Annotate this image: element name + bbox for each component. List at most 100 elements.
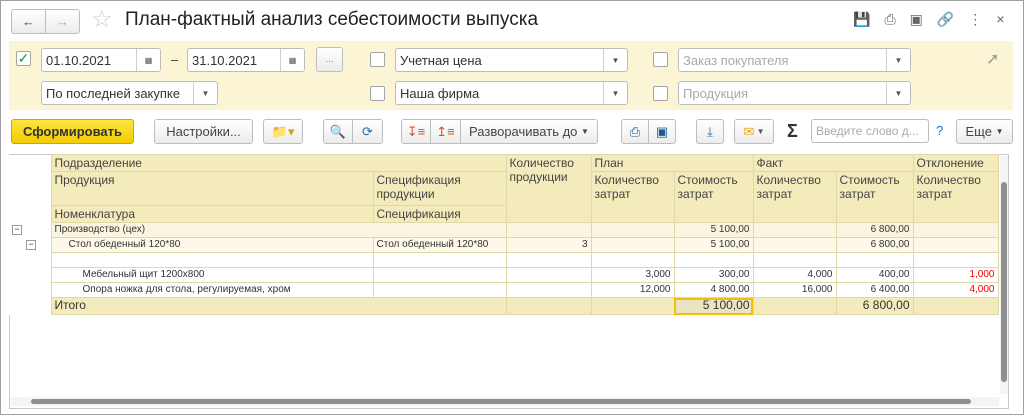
print-icon[interactable]: ⎙: [884, 11, 895, 28]
cell-4[interactable]: 4 800,00: [673, 282, 754, 298]
cell-6[interactable]: 400,00: [835, 267, 914, 283]
search-next-button[interactable]: ⟳: [352, 119, 383, 144]
period-select-button[interactable]: ...: [316, 47, 343, 72]
product-checkbox[interactable]: [653, 86, 668, 101]
price-type-checkbox[interactable]: [370, 52, 385, 67]
cell-0[interactable]: [50, 252, 374, 268]
cell-7[interactable]: [912, 237, 999, 253]
calendar-icon[interactable]: ▦: [280, 49, 304, 71]
collapse-icon[interactable]: −: [12, 224, 22, 235]
cell-5[interactable]: [752, 252, 837, 268]
cell-7[interactable]: [912, 222, 999, 238]
sum-icon[interactable]: Σ: [787, 121, 798, 142]
link-icon[interactable]: 🔗: [937, 11, 954, 28]
collapse-icon[interactable]: −: [26, 239, 36, 250]
date-to-field[interactable]: 31.10.2021 ▦: [187, 48, 305, 72]
cell-1[interactable]: [372, 267, 507, 283]
send-email-button[interactable]: ✉ ▼: [734, 119, 774, 144]
period-checkbox[interactable]: ✓: [16, 51, 31, 66]
cell-3[interactable]: [590, 222, 675, 238]
sort-asc-button[interactable]: ↥≡: [430, 119, 461, 144]
dropdown-icon[interactable]: ▼: [193, 82, 217, 104]
cell-2[interactable]: [505, 252, 592, 268]
more-button[interactable]: Еще ▼: [956, 119, 1013, 144]
customer-order-checkbox[interactable]: [653, 52, 668, 67]
cell-2[interactable]: [505, 222, 592, 238]
cell-4[interactable]: [673, 252, 754, 268]
cell-4[interactable]: 5 100,00: [673, 237, 754, 253]
horizontal-scrollbar[interactable]: [11, 397, 999, 406]
cell-0[interactable]: Стол обеденный 120*80: [50, 237, 374, 253]
table-row[interactable]: − Стол обеденный 120*80 Стол обеденный 120…: [9, 237, 999, 253]
customer-order-field[interactable]: Заказ покупателя ▼: [678, 48, 911, 72]
cell-2[interactable]: [505, 282, 592, 298]
cell-1[interactable]: [372, 252, 507, 268]
table-row[interactable]: − Производство (цех) 5 100,00 6 800,00: [9, 222, 999, 238]
preview-icon[interactable]: ▣: [910, 11, 923, 28]
header-fact: Факт: [752, 154, 914, 172]
cell-6[interactable]: [835, 252, 914, 268]
generate-button[interactable]: Сформировать: [11, 119, 134, 144]
cell-6[interactable]: 6 800,00: [835, 222, 914, 238]
cell-4[interactable]: 300,00: [673, 267, 754, 283]
close-icon[interactable]: ×: [996, 11, 1004, 28]
more-vert-icon[interactable]: ⋮: [968, 11, 982, 28]
dropdown-icon[interactable]: ▼: [603, 82, 627, 104]
print-button[interactable]: ⎙: [621, 119, 649, 144]
cell-3[interactable]: 3,000: [590, 267, 675, 283]
total-fact-cost[interactable]: 6 800,00: [835, 297, 914, 315]
cell-5[interactable]: [752, 222, 837, 238]
cell-6[interactable]: 6 800,00: [835, 237, 914, 253]
scroll-thumb[interactable]: [31, 399, 971, 404]
vertical-scrollbar[interactable]: [1000, 156, 1008, 394]
dropdown-icon[interactable]: ▼: [886, 82, 910, 104]
organization-field[interactable]: Наша фирма ▼: [395, 81, 628, 105]
cell-0[interactable]: Опора ножка для стола, регулируемая, хро…: [50, 282, 374, 298]
dropdown-icon[interactable]: ▼: [886, 49, 910, 71]
table-row[interactable]: Опора ножка для стола, регулируемая, хро…: [9, 282, 999, 298]
price-method-field[interactable]: По последней закупке ▼: [41, 81, 218, 105]
forward-button[interactable]: →: [45, 9, 80, 34]
cell-3[interactable]: [590, 237, 675, 253]
report-search-input[interactable]: Введите слово д...: [811, 119, 929, 143]
favorite-star-icon[interactable]: ☆: [91, 5, 113, 34]
price-type-field[interactable]: Учетная цена ▼: [395, 48, 628, 72]
scroll-thumb[interactable]: [1001, 182, 1007, 382]
cell-3[interactable]: 12,000: [590, 282, 675, 298]
variant-button[interactable]: 📁▾: [263, 119, 303, 144]
help-link[interactable]: ?: [936, 123, 943, 138]
settings-button[interactable]: Настройки...: [154, 119, 253, 144]
cell-6[interactable]: 6 400,00: [835, 282, 914, 298]
envelope-icon: ✉: [743, 123, 755, 139]
organization-checkbox[interactable]: [370, 86, 385, 101]
product-field[interactable]: Продукция ▼: [678, 81, 911, 105]
expand-to-button[interactable]: Разворачивать до ▼: [460, 119, 598, 144]
table-row[interactable]: [9, 252, 999, 268]
search-button[interactable]: 🔍: [323, 119, 353, 144]
dropdown-icon[interactable]: ▼: [603, 49, 627, 71]
preview-button[interactable]: ▣: [648, 119, 676, 144]
total-plan-cost[interactable]: 5 100,00: [673, 297, 754, 315]
cell-5[interactable]: 4,000: [752, 267, 837, 283]
date-from-field[interactable]: 01.10.2021 ▦: [41, 48, 161, 72]
cell-2[interactable]: 3: [505, 237, 592, 253]
calendar-icon[interactable]: ▦: [136, 49, 160, 71]
export-button[interactable]: ⤓: [696, 119, 724, 144]
cell-1[interactable]: [372, 282, 507, 298]
save-icon[interactable]: 💾: [853, 11, 870, 28]
back-button[interactable]: ←: [11, 9, 46, 34]
cell-7[interactable]: 4,000: [912, 282, 999, 298]
pin-icon[interactable]: ➚: [986, 49, 999, 69]
cell-0[interactable]: Мебельный щит 1200х800: [50, 267, 374, 283]
table-row[interactable]: Мебельный щит 1200х800 3,000 300,00 4,000 40…: [9, 267, 999, 283]
cell-5[interactable]: 16,000: [752, 282, 837, 298]
cell-5[interactable]: [752, 237, 837, 253]
cell-3[interactable]: [590, 252, 675, 268]
cell-4[interactable]: 5 100,00: [673, 222, 754, 238]
cell-7[interactable]: [912, 252, 999, 268]
cell-0[interactable]: Производство (цех): [50, 222, 507, 238]
cell-7[interactable]: 1,000: [912, 267, 999, 283]
cell-2[interactable]: [505, 267, 592, 283]
sort-desc-button[interactable]: ↧≡: [401, 119, 431, 144]
cell-1[interactable]: Стол обеденный 120*80: [372, 237, 507, 253]
